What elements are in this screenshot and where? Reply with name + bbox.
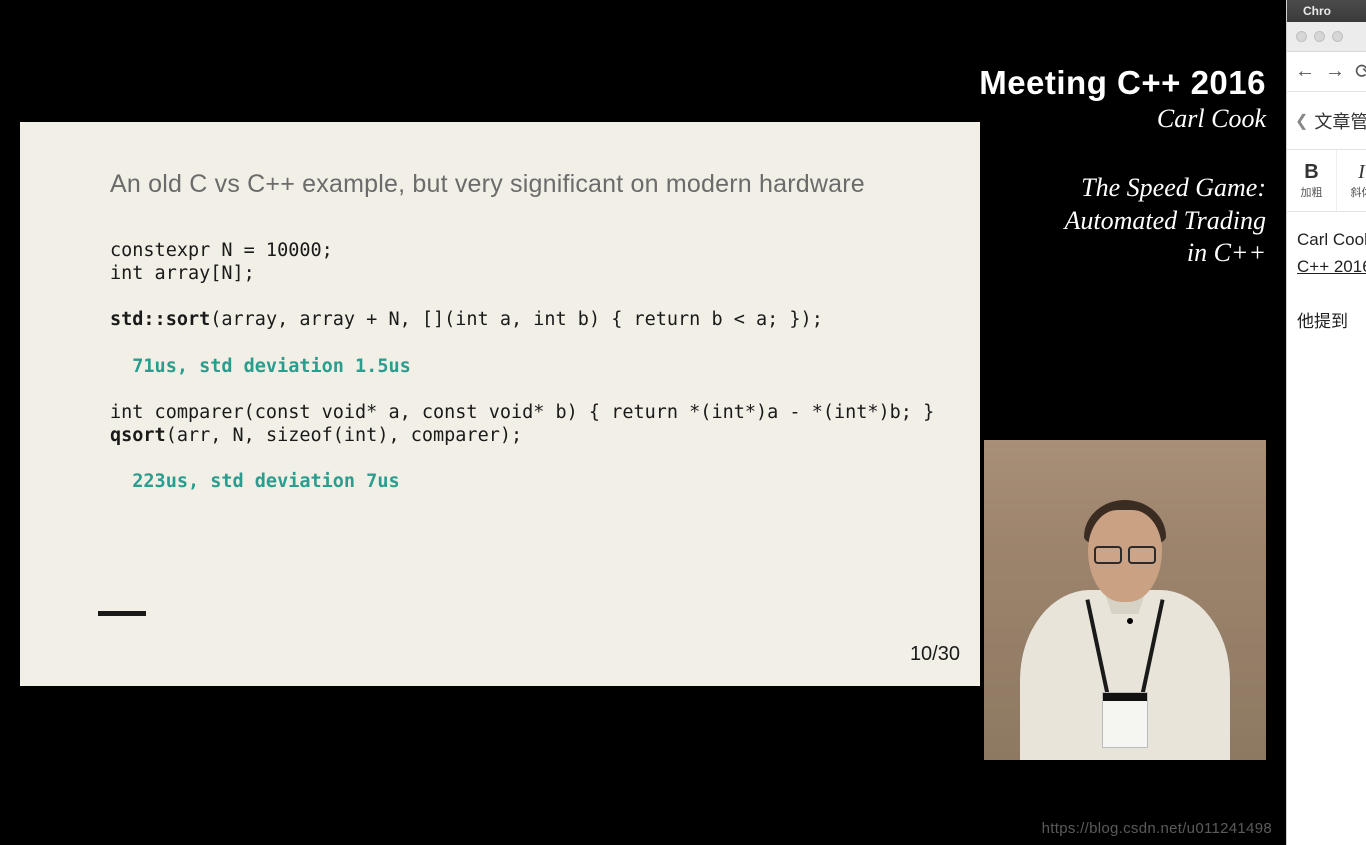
breadcrumb-row[interactable]: ❮ 文章管 [1287, 92, 1366, 150]
reload-button[interactable]: ⟳ [1355, 59, 1366, 84]
breadcrumb-label[interactable]: 文章管 [1314, 108, 1366, 134]
code-result-2: 223us, std deviation 7us [132, 471, 399, 492]
speaker-camera-feed [984, 440, 1266, 760]
content-text-line: 他提到 [1297, 308, 1356, 335]
bold-label: 加粗 [1301, 184, 1323, 200]
mac-menubar[interactable]: Chro [1287, 0, 1366, 22]
content-link[interactable]: C++ 2016 [1297, 253, 1356, 280]
conference-overlay: Meeting C++ 2016 Carl Cook The Speed Gam… [956, 64, 1266, 270]
conference-author: Carl Cook [956, 104, 1266, 134]
speaker-figure [1015, 480, 1235, 760]
slide-page-number: 10/30 [910, 643, 960, 666]
bold-icon: B [1304, 162, 1318, 182]
chevron-left-icon: ❮ [1295, 111, 1308, 131]
bold-button[interactable]: B 加粗 [1287, 150, 1337, 211]
code-line: int comparer(const void* a, const void* … [110, 402, 934, 423]
code-sort-fn: std::sort [110, 309, 210, 330]
code-qsort-fn: qsort [110, 425, 166, 446]
menubar-app-name[interactable]: Chro [1303, 4, 1331, 18]
source-watermark: https://blog.csdn.net/u011241498 [1042, 820, 1272, 837]
code-line: (array, array + N, [](int a, int b) { re… [210, 309, 823, 330]
glasses-icon [1094, 546, 1156, 562]
code-line: (arr, N, sizeof(int), comparer); [166, 425, 522, 446]
format-toolbar: B 加粗 I 斜体 [1287, 150, 1366, 212]
talk-title-line: in C++ [956, 237, 1266, 270]
conference-title: Meeting C++ 2016 [956, 64, 1266, 102]
editor-content[interactable]: Carl Cook C++ 2016 他提到 [1287, 212, 1366, 845]
speaker-badge [1102, 692, 1148, 748]
traffic-light-close-icon[interactable] [1296, 31, 1307, 42]
code-result-1: 71us, std deviation 1.5us [132, 356, 410, 377]
italic-icon: I [1358, 162, 1365, 182]
traffic-light-minimize-icon[interactable] [1314, 31, 1325, 42]
slide-divider [98, 611, 146, 616]
back-button[interactable]: ← [1295, 60, 1313, 83]
forward-button[interactable]: → [1325, 60, 1343, 83]
microphone-icon [1127, 618, 1133, 624]
code-line: constexpr N = 10000; [110, 240, 333, 261]
presentation-video[interactable]: An old C vs C++ example, but very signif… [0, 0, 1286, 845]
slide-code-block: constexpr N = 10000; int array[N]; std::… [110, 239, 900, 493]
browser-nav-toolbar: ← → ⟳ [1287, 52, 1366, 92]
content-text-line: Carl Cook [1297, 226, 1356, 253]
talk-title-line: Automated Trading [956, 205, 1266, 238]
traffic-light-zoom-icon[interactable] [1332, 31, 1343, 42]
window-titlebar[interactable] [1287, 22, 1366, 52]
code-line: int array[N]; [110, 263, 255, 284]
italic-button[interactable]: I 斜体 [1337, 150, 1366, 211]
italic-label: 斜体 [1351, 184, 1366, 200]
side-browser-window: Chro ← → ⟳ ❮ 文章管 B 加粗 I 斜体 Carl C [1286, 0, 1366, 845]
talk-title-line: The Speed Game: [956, 172, 1266, 205]
slide-heading: An old C vs C++ example, but very signif… [110, 170, 900, 199]
slide: An old C vs C++ example, but very signif… [20, 122, 980, 686]
